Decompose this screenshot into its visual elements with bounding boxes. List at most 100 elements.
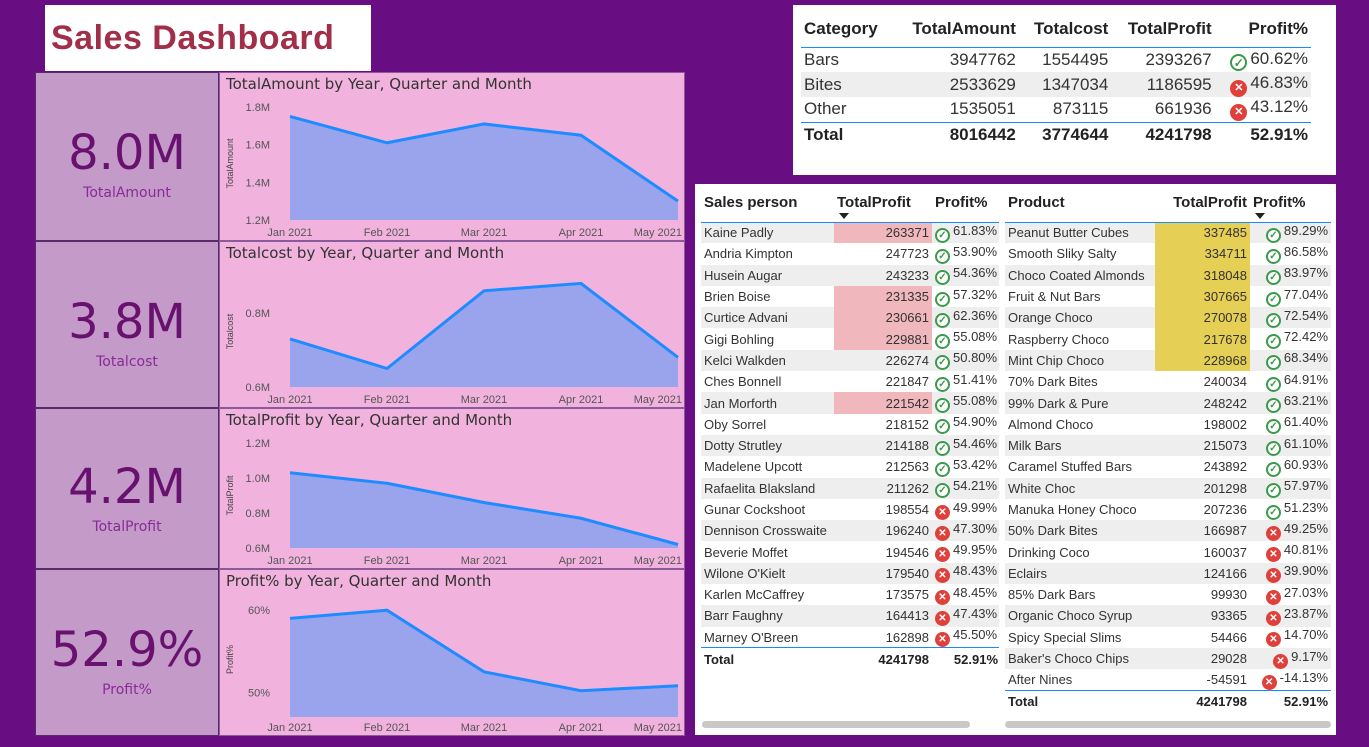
table-row[interactable]: Karlen McCaffrey 173575 ✕ 48.45% [701, 584, 1001, 605]
table-row[interactable]: Rafaelita Blaksland 211262 ✓ 54.21% [701, 477, 1001, 499]
table-row[interactable]: Bites 2533629 1347034 1186595 ✕ 46.83% [801, 72, 1311, 97]
table-row[interactable]: Organic Choco Syrup 93365 ✕ 23.87% [1005, 605, 1331, 627]
column-header[interactable]: Profit% [932, 190, 1001, 223]
name-cell: Andria Kimpton [704, 246, 793, 262]
profit-cell: 194546 [885, 544, 929, 560]
profit-pct-value: 64.91% [1283, 371, 1328, 387]
profit-pct-value: 50.80% [953, 350, 998, 366]
x-circle-icon: ✕ [935, 504, 950, 520]
table-row[interactable]: Kaine Padly 263371 ✓ 61.83% [701, 222, 1001, 244]
name-cell: Organic Choco Syrup [1005, 605, 1155, 627]
table-row[interactable]: Eclairs 124166 ✕ 39.90% [1005, 562, 1331, 585]
page-title: Sales Dashboard [51, 19, 335, 57]
table-row[interactable]: Beverie Moffet 194546 ✕ 49.95% [701, 541, 1001, 563]
column-header[interactable]: Totalcost [1018, 11, 1112, 48]
profit-pct-cell: ✕ 23.87% [1250, 605, 1331, 627]
table-row[interactable]: Raspberry Choco 217678 ✓ 72.42% [1005, 328, 1331, 350]
column-header[interactable]: TotalProfit [1155, 190, 1250, 223]
table-row[interactable]: Other 1535051 873115 661936 ✕ 43.12% [801, 97, 1311, 122]
table-row[interactable]: Gigi Bohling 229881 ✓ 55.08% [701, 328, 1001, 350]
profit-pct-value: 55.08% [953, 393, 998, 409]
table-row[interactable]: Andria Kimpton 247723 ✓ 53.90% [701, 243, 1001, 264]
x-tick-label: May 2021 [634, 555, 682, 567]
table-row[interactable]: Barr Faughny 164413 ✕ 47.43% [701, 605, 1001, 627]
column-header[interactable]: TotalAmount [892, 11, 1019, 48]
column-header[interactable]: TotalProfit [1111, 11, 1215, 48]
table-row[interactable]: Bars 3947762 1554495 2393267 ✓ 60.62% [801, 47, 1311, 72]
profit-cell: 270078 [1155, 307, 1250, 329]
column-header[interactable]: Product [1005, 190, 1155, 223]
profit-pct-value: 23.87% [1283, 605, 1328, 621]
table-row[interactable]: 99% Dark & Pure 248242 ✓ 63.21% [1005, 392, 1331, 414]
y-tick-label: 1.2M [246, 215, 270, 227]
check-circle-icon: ✓ [1265, 355, 1281, 371]
y-tick-label: 50% [248, 687, 270, 699]
profit-pct-cell: ✓ 57.97% [1250, 477, 1331, 499]
horizontal-scrollbar[interactable] [702, 721, 970, 728]
table-row[interactable]: Manuka Honey Choco 207236 ✓ 51.23% [1005, 499, 1331, 520]
x-tick-label: May 2021 [634, 394, 682, 406]
table-row[interactable]: Fruit & Nut Bars 307665 ✓ 77.04% [1005, 285, 1331, 308]
table-row[interactable]: 85% Dark Bars 99930 ✕ 27.03% [1005, 584, 1331, 605]
total-row: Total 4241798 52.91% [1005, 690, 1331, 713]
table-row[interactable]: Kelci Walkden 226274 ✓ 50.80% [701, 349, 1001, 372]
profit-pct-value: 57.97% [1283, 478, 1328, 494]
table-row[interactable]: Peanut Butter Cubes 337485 ✓ 89.29% [1005, 222, 1331, 244]
chart-profit-pct[interactable]: Jan 2021 Feb 2021 Mar 2021 Apr 2021 May 2021… [219, 569, 685, 736]
table-row[interactable]: Jan Morforth 221542 ✓ 55.08% [701, 392, 1001, 414]
chart-totalcost[interactable]: Jan 2021 Feb 2021 Mar 2021 Apr 2021 May 2021… [219, 241, 685, 408]
table-row[interactable]: Wilone O'Kielt 179540 ✕ 48.43% [701, 562, 1001, 585]
table-row[interactable]: Smooth Sliky Salty 334711 ✓ 86.58% [1005, 243, 1331, 265]
profit-cell: -54591 [1206, 672, 1247, 688]
table-row[interactable]: Curtice Advani 230661 ✓ 62.36% [701, 307, 1001, 329]
table-row[interactable]: Baker's Choco Chips 29028 ✕ 9.17% [1005, 647, 1331, 670]
name-cell: White Choc [1005, 477, 1155, 499]
table-row[interactable]: Marney O'Breen 162898 ✕ 45.50% [701, 627, 1001, 648]
table-row[interactable]: Madelene Upcott 212563 ✓ 53.42% [701, 456, 1001, 477]
kpi-card-totalcost[interactable]: 3.8M Totalcost [35, 241, 219, 408]
kpi-card-totalamount[interactable]: 8.0M TotalAmount [35, 72, 219, 241]
table-row[interactable]: Orange Choco 270078 ✓ 72.54% [1005, 307, 1331, 329]
table-row[interactable]: Almond Choco 198002 ✓ 61.40% [1005, 414, 1331, 435]
table-row[interactable]: Gunar Cockshoot 198554 ✕ 49.99% [701, 499, 1001, 520]
chart-title: TotalProfit by Year, Quarter and Month [226, 411, 513, 429]
kpi-card-totalprofit[interactable]: 4.2M TotalProfit [35, 408, 219, 569]
profit-cell: 243233 [834, 264, 932, 286]
chart-totalamount[interactable]: Jan 2021 Feb 2021 Mar 2021 Apr 2021 May 2021… [219, 72, 685, 241]
table-row[interactable]: Milk Bars 215073 ✓ 61.10% [1005, 434, 1331, 457]
table-row[interactable]: Brien Boise 231335 ✓ 57.32% [701, 285, 1001, 308]
table-row[interactable]: Husein Augar 243233 ✓ 54.36% [701, 264, 1001, 286]
profit-pct-value: 51.23% [1283, 499, 1328, 515]
column-header[interactable]: Category [801, 11, 893, 48]
chart-totalprofit[interactable]: Jan 2021 Feb 2021 Mar 2021 Apr 2021 May 2021… [219, 408, 685, 569]
table-row[interactable]: After Nines -54591 ✕ -14.13% [1005, 669, 1331, 690]
table-row[interactable]: 50% Dark Bites 166987 ✕ 49.25% [1005, 520, 1331, 542]
name-cell: Wilone O'Kielt [701, 562, 834, 585]
check-circle-icon: ✓ [1265, 227, 1281, 243]
column-header-sorted[interactable]: TotalProfit [834, 190, 932, 223]
table-row[interactable]: White Choc 201298 ✓ 57.97% [1005, 477, 1331, 499]
column-header[interactable]: Sales person [701, 190, 834, 223]
name-cell: 70% Dark Bites [1008, 374, 1098, 390]
table-row[interactable]: Dotty Strutley 214188 ✓ 54.46% [701, 434, 1001, 457]
table-row[interactable]: Mint Chip Choco 228968 ✓ 68.34% [1005, 349, 1331, 372]
horizontal-scrollbar[interactable] [1005, 721, 1331, 728]
total-cell: 4241798 [1155, 690, 1250, 713]
profit-pct-value: 60.93% [1283, 456, 1328, 472]
kpi-card-profit-pct[interactable]: 52.9% Profit% [35, 569, 219, 736]
table-row[interactable]: Dennison Crosswaite 196240 ✕ 47.30% [701, 520, 1001, 542]
profit-cell: 243892 [1203, 459, 1247, 475]
check-circle-icon: ✓ [1265, 291, 1281, 307]
table-row[interactable]: Spicy Special Slims 54466 ✕ 14.70% [1005, 627, 1331, 648]
table-row[interactable]: Caramel Stuffed Bars 243892 ✓ 60.93% [1005, 456, 1331, 477]
column-header[interactable]: Profit% [1214, 11, 1311, 48]
table-row[interactable]: 70% Dark Bites 240034 ✓ 64.91% [1005, 371, 1331, 392]
table-row[interactable]: Drinking Coco 160037 ✕ 40.81% [1005, 541, 1331, 563]
table-row[interactable]: Oby Sorrel 218152 ✓ 54.90% [701, 414, 1001, 435]
table-row[interactable]: Ches Bonnell 221847 ✓ 51.41% [701, 371, 1001, 392]
column-header-sorted[interactable]: Profit% [1250, 190, 1331, 223]
table-row[interactable]: Choco Coated Almonds 318048 ✓ 83.97% [1005, 264, 1331, 286]
profit-pct-value: 53.90% [953, 243, 998, 259]
profit-pct-value: 77.04% [1283, 286, 1328, 302]
profit-pct-cell: ✕ 47.30% [932, 520, 1001, 542]
